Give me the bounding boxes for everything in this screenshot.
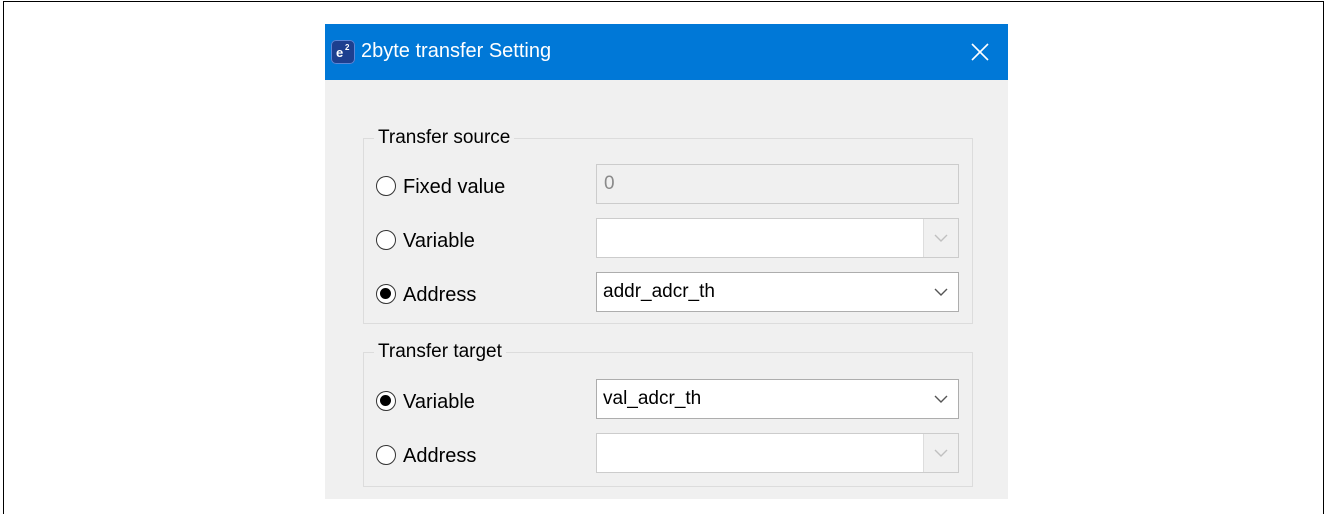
target-variable-combo[interactable]: val_adcr_th <box>596 379 959 419</box>
target-variable-dropdown-button[interactable] <box>924 380 958 418</box>
chevron-down-icon <box>934 234 948 242</box>
source-variable-dropdown-button[interactable] <box>923 219 958 257</box>
close-icon <box>971 43 989 61</box>
target-address-dropdown-button[interactable] <box>923 434 958 472</box>
radio-dot <box>380 395 391 406</box>
radio-button-selected[interactable] <box>376 284 396 304</box>
target-variable-value: val_adcr_th <box>603 388 702 409</box>
chevron-down-icon <box>934 449 948 457</box>
radio-button[interactable] <box>376 230 396 250</box>
e2-icon: e 2 <box>331 40 355 64</box>
fixed-value-field[interactable]: 0 <box>596 164 959 204</box>
svg-text:e: e <box>336 45 343 60</box>
radio-button[interactable] <box>376 176 396 196</box>
target-address-label: Address <box>403 445 477 467</box>
target-address-combo[interactable] <box>596 433 959 473</box>
transfer-target-group: Transfer target Variable val_adcr_th Add… <box>363 340 973 487</box>
radio-button-selected[interactable] <box>376 391 396 411</box>
transfer-target-legend: Transfer target <box>374 340 506 364</box>
source-address-label: Address <box>403 284 477 306</box>
source-address-value: addr_adcr_th <box>603 281 715 302</box>
source-variable-combo[interactable] <box>596 218 959 258</box>
transfer-setting-dialog: e 2 2byte transfer Setting Transfer sour… <box>325 24 1008 499</box>
transfer-source-legend: Transfer source <box>374 126 515 150</box>
title-bar: e 2 2byte transfer Setting <box>325 24 1008 80</box>
radio-dot <box>380 288 391 299</box>
chevron-down-icon <box>934 395 948 403</box>
svg-text:2: 2 <box>345 43 350 52</box>
dialog-title: 2byte transfer Setting <box>361 40 552 62</box>
close-button[interactable] <box>952 24 1008 80</box>
chevron-down-icon <box>934 288 948 296</box>
target-variable-label: Variable <box>403 391 475 413</box>
radio-button[interactable] <box>376 445 396 465</box>
source-address-combo[interactable]: addr_adcr_th <box>596 272 959 312</box>
transfer-source-group: Transfer source Fixed value 0 Variable A… <box>363 126 973 324</box>
source-variable-label: Variable <box>403 230 475 252</box>
source-address-dropdown-button[interactable] <box>924 273 958 311</box>
fixed-value-text: 0 <box>604 173 615 194</box>
source-fixed-value-label: Fixed value <box>403 176 506 198</box>
